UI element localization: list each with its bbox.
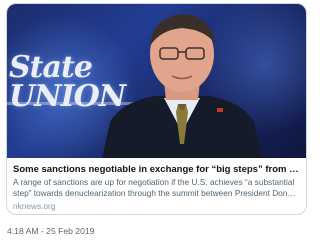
card-headline[interactable]: Some sanctions negotiable in exchange fo… [13, 163, 300, 176]
card-domain: nknews.org [13, 201, 56, 211]
card-description: A range of sanctions are up for negotiat… [13, 177, 299, 198]
preview-image[interactable]: State UNION [7, 4, 306, 158]
tweet-timestamp[interactable]: 4:18 AM - 25 Feb 2019 [7, 226, 94, 236]
speaker-figure [102, 14, 262, 158]
link-preview-card[interactable]: State UNION Some sanctions negotiable in… [6, 3, 307, 215]
